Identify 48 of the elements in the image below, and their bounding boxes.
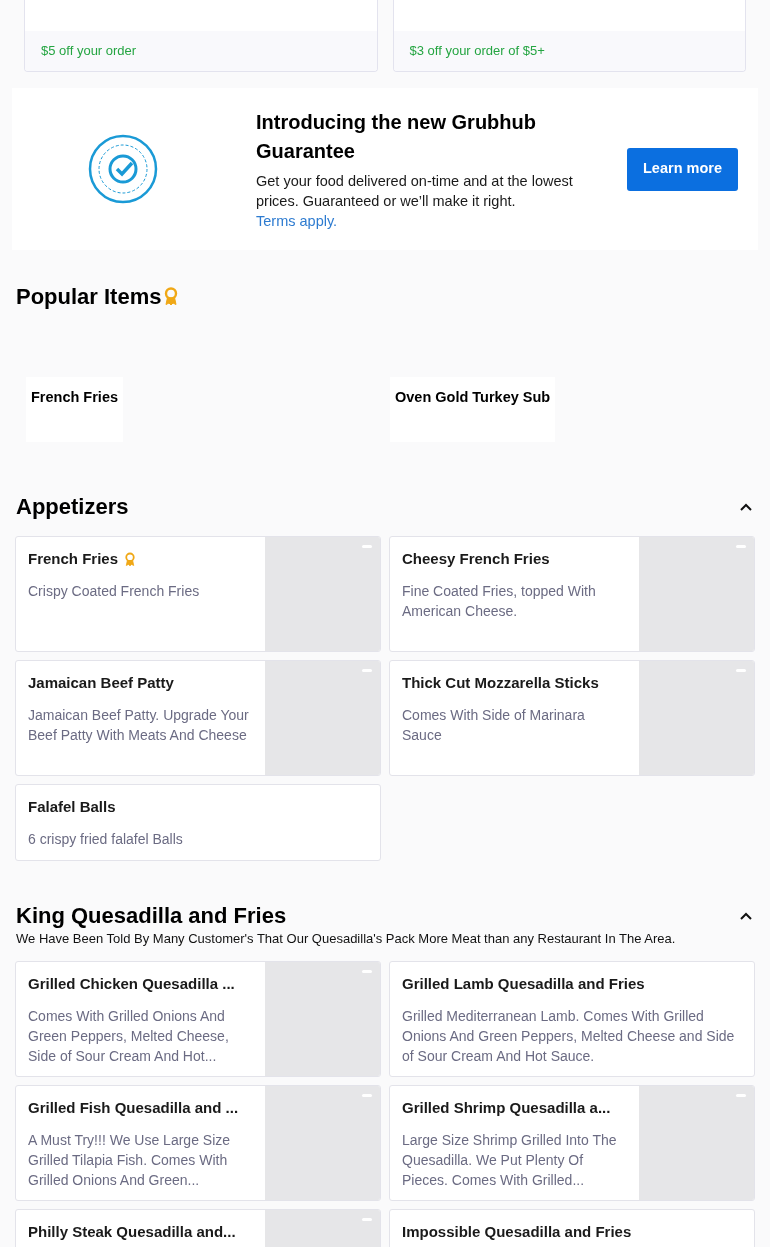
section-title: King Quesadilla and Fries bbox=[16, 902, 287, 930]
menu-item-card[interactable]: Grilled Fish Quesadilla and ... A Must Try!!! We Use Large Size Grilled Tilapia Fish. Comes With Grilled Onions And Green... bbox=[15, 1085, 381, 1201]
item-description: Large Size Shrimp Grilled Into The Quesadilla. We Put Plenty Of Pieces. Comes With Grilled... bbox=[402, 1130, 618, 1190]
item-name: Impossible Quesadilla and Fries bbox=[402, 1222, 632, 1242]
chevron-up-icon[interactable] bbox=[740, 910, 752, 922]
banner-text: Get your food delivered on-time and at the lowest prices. Guaranteed or we’ll make it right. bbox=[256, 171, 574, 211]
learn-more-button[interactable]: Learn more bbox=[627, 147, 738, 191]
guarantee-badge-icon bbox=[88, 134, 158, 204]
item-description: Comes With Side of Marinara Sauce bbox=[402, 705, 586, 745]
offer-text: $5 off your order bbox=[41, 42, 137, 61]
popular-item-card[interactable]: French Fries bbox=[26, 377, 124, 442]
menu-item-card[interactable]: Jamaican Beef Patty Jamaican Beef Patty. Upgrade Your Beef Patty With Meats And Cheese bbox=[15, 660, 381, 776]
item-name: Jamaican Beef Patty bbox=[28, 673, 174, 693]
terms-link[interactable]: Terms apply. bbox=[256, 210, 586, 231]
menu-item-card[interactable]: Cheesy French Fries Fine Coated Fries, topped With American Cheese. bbox=[389, 536, 755, 652]
menu-item-card[interactable]: Thick Cut Mozzarella Sticks Comes With Side of Marinara Sauce bbox=[389, 660, 755, 776]
chevron-up-icon[interactable] bbox=[740, 501, 752, 513]
item-description: 6 crispy fried falafel Balls bbox=[28, 829, 184, 849]
item-name: Grilled Chicken Quesadilla ... bbox=[28, 974, 235, 994]
menu-item-card[interactable]: French Fries Crispy Coated French Fries bbox=[15, 536, 381, 652]
item-name: Thick Cut Mozzarella Sticks bbox=[402, 673, 599, 693]
ribbon-icon bbox=[124, 551, 137, 567]
menu-item-card[interactable]: Grilled Shrimp Quesadilla a... Large Size Shrimp Grilled Into The Quesadilla. We Put Plenty Of Pieces. Comes With Grilled... bbox=[389, 1085, 755, 1201]
banner-title: Introducing the new Grubhub Guarantee bbox=[256, 109, 537, 164]
item-description: Crispy Coated French Fries bbox=[28, 581, 201, 601]
item-name: Cheesy French Fries bbox=[402, 549, 550, 569]
section-description: We Have Been Told By Many Customer's That Our Quesadilla's Pack More Meat than any Restaurant In The Area. bbox=[15, 931, 677, 947]
menu-item-card[interactable]: Philly Steak Quesadilla and... bbox=[15, 1209, 381, 1247]
item-description: Grilled Mediterranean Lamb. Comes With Grilled Onions And Green Peppers, Melted Cheese and Side of Sour Cream And Hot Sauce. bbox=[402, 1006, 736, 1066]
section-title: Appetizers bbox=[16, 493, 129, 521]
item-name: French Fries bbox=[28, 549, 119, 569]
offer-text: $3 off your order of $5+ bbox=[409, 42, 545, 61]
popular-item-card[interactable]: Oven Gold Turkey Sub bbox=[390, 377, 556, 442]
menu-item-card[interactable]: Grilled Chicken Quesadilla ... Comes With Grilled Onions And Green Peppers, Melted Cheese, Side of Sour Cream And Hot... bbox=[15, 961, 381, 1077]
item-name: Grilled Fish Quesadilla and ... bbox=[28, 1098, 239, 1118]
section-title: Popular Items bbox=[16, 283, 162, 311]
item-description: Fine Coated Fries, topped With American Cheese. bbox=[402, 581, 597, 621]
item-description: A Must Try!!! We Use Large Size Grilled Tilapia Fish. Comes With Grilled Onions And Green... bbox=[28, 1130, 232, 1190]
ribbon-icon bbox=[163, 286, 180, 307]
menu-item-card[interactable]: Grilled Lamb Quesadilla and Fries Grilled Mediterranean Lamb. Comes With Grilled Onions And Green Peppers, Melted Cheese and Side of Sour Cream And Hot Sauce. bbox=[389, 961, 755, 1077]
item-name: Grilled Lamb Quesadilla and Fries bbox=[402, 974, 645, 994]
menu-item-card[interactable]: Falafel Balls 6 crispy fried falafel Balls bbox=[15, 784, 381, 861]
item-description: Comes With Grilled Onions And Green Peppers, Melted Cheese, Side of Sour Cream And Hot... bbox=[28, 1006, 230, 1066]
item-name: Philly Steak Quesadilla and... bbox=[28, 1222, 236, 1242]
item-name: Grilled Shrimp Quesadilla a... bbox=[402, 1098, 611, 1118]
menu-item-card[interactable]: Impossible Quesadilla and Fries bbox=[389, 1209, 755, 1247]
item-description: Jamaican Beef Patty. Upgrade Your Beef Patty With Meats And Cheese bbox=[28, 705, 250, 745]
item-name: Falafel Balls bbox=[28, 797, 116, 817]
